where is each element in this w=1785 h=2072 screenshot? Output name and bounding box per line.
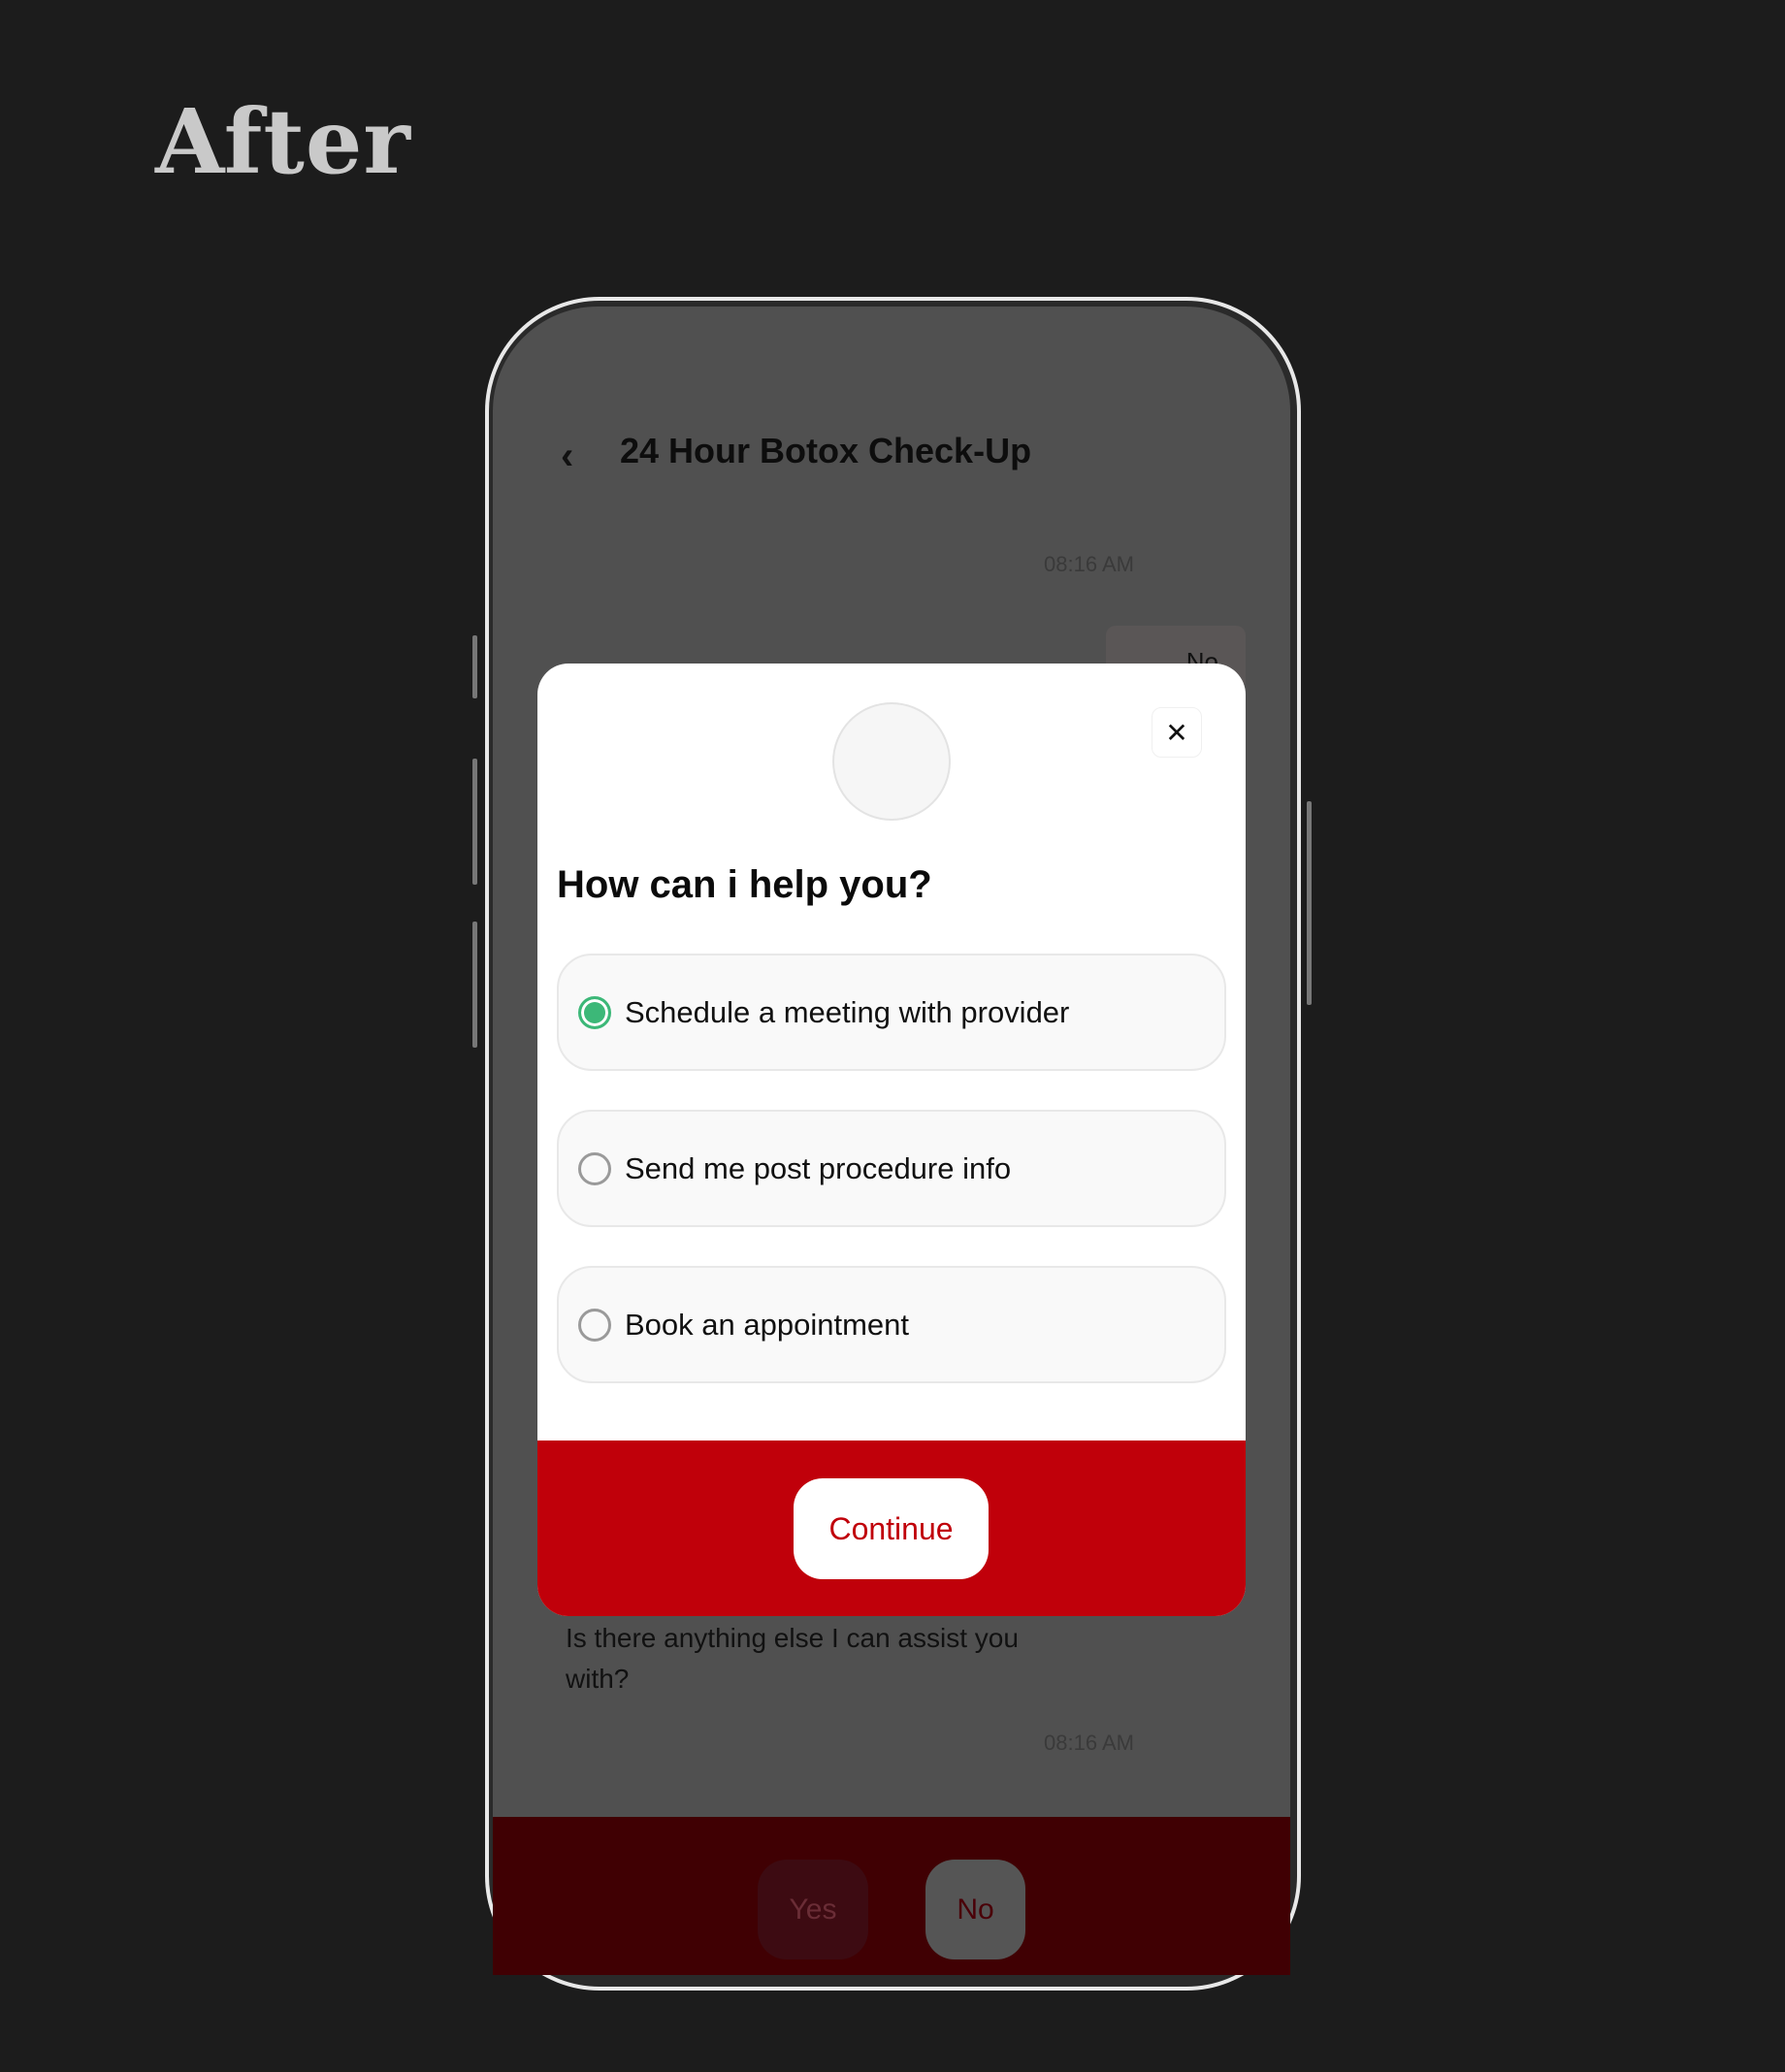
yes-button[interactable]: Yes — [758, 1860, 868, 1959]
quick-reply-bar — [493, 1817, 1290, 1975]
phone-side-button — [1307, 801, 1312, 1005]
bot-message: Is there anything else I can assist you … — [566, 1623, 1019, 1694]
chevron-left-icon[interactable]: ‹ — [561, 435, 573, 478]
message-timestamp: 08:16 AM — [1044, 552, 1134, 576]
option-label: Schedule a meeting with provider — [625, 994, 1070, 1029]
avatar — [832, 702, 951, 821]
option-post-procedure-info[interactable]: Send me post procedure info — [557, 1110, 1226, 1227]
modal-footer: Continue — [537, 1441, 1246, 1616]
continue-button[interactable]: Continue — [794, 1478, 989, 1579]
option-schedule-meeting[interactable]: Schedule a meeting with provider — [557, 954, 1226, 1071]
option-book-appointment[interactable]: Book an appointment — [557, 1266, 1226, 1383]
radio-icon[interactable] — [578, 1151, 611, 1185]
close-icon: ✕ — [1165, 717, 1188, 748]
radio-icon[interactable] — [578, 1308, 611, 1342]
no-button[interactable]: No — [925, 1860, 1025, 1959]
close-button[interactable]: ✕ — [1152, 707, 1202, 758]
option-label: Send me post procedure info — [625, 1150, 1012, 1185]
radio-selected-icon[interactable] — [578, 995, 611, 1029]
message-timestamp: 08:16 AM — [1044, 1731, 1134, 1755]
page-heading: After — [155, 89, 411, 194]
help-modal: ✕ How can i help you? Schedule a meeting… — [537, 664, 1246, 1616]
page-title: 24 Hour Botox Check-Up — [620, 431, 1032, 470]
phone-side-button — [472, 922, 477, 1048]
option-label: Book an appointment — [625, 1307, 909, 1342]
phone-side-button — [472, 635, 477, 698]
modal-title: How can i help you? — [557, 863, 932, 906]
phone-side-button — [472, 759, 477, 885]
